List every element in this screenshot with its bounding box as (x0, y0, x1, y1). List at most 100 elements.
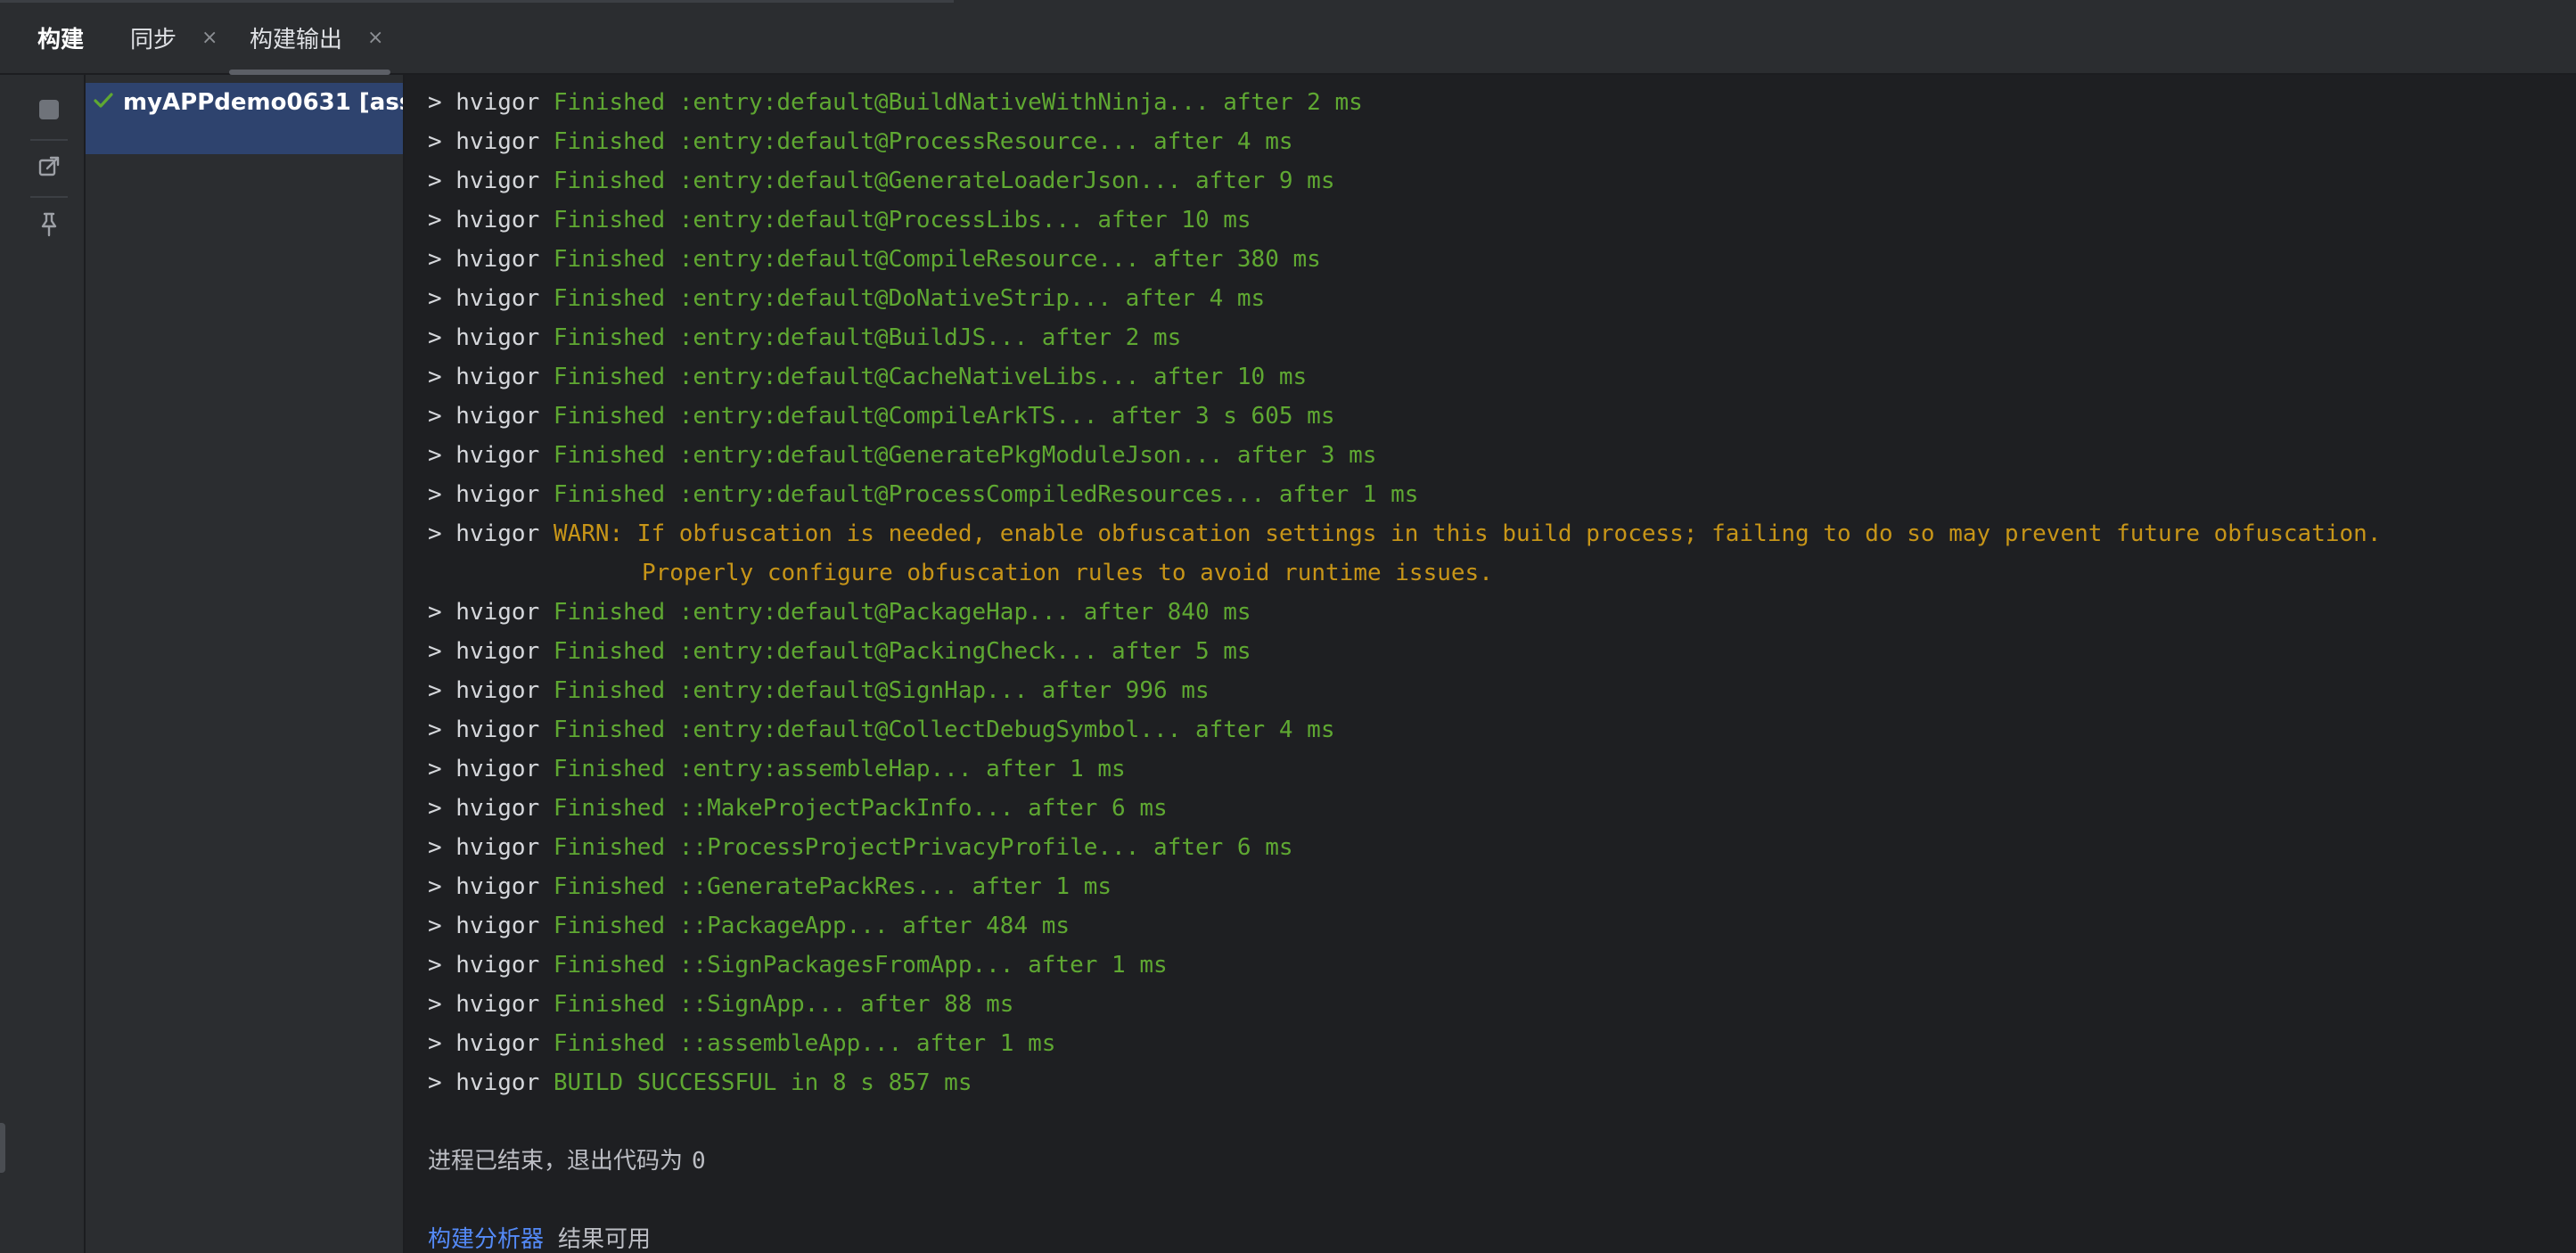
log-line-success: > hvigor Finished :entry:default@Generat… (428, 161, 1334, 201)
log-line-success: > hvigor Finished ::ProcessProjectPrivac… (428, 828, 1293, 867)
close-icon[interactable]: × (201, 27, 217, 49)
tab-build-output-label: 构建输出 (250, 26, 343, 53)
build-tool-window: 构建 同步 × 构建输出 × myAPPdemo0631 [as > hvigo… (0, 0, 2576, 1253)
log-prefix: > hvigor (428, 285, 554, 312)
log-line-success: > hvigor Finished :entry:default@BuildJS… (428, 318, 1181, 357)
log-line-success: > hvigor Finished :entry:default@DoNativ… (428, 279, 1265, 318)
build-toolbar (16, 75, 86, 1253)
log-message: Finished ::ProcessProjectPrivacyProfile.… (553, 834, 1293, 861)
log-prefix: > hvigor (428, 520, 554, 547)
log-prefix: > hvigor (428, 128, 554, 155)
log-line-success: > hvigor Finished :entry:default@Compile… (428, 240, 1321, 279)
build-analyzer-suffix: 结果可用 (558, 1226, 652, 1253)
log-line-success: > hvigor Finished :entry:default@Process… (428, 122, 1293, 161)
log-message: Finished :entry:default@GeneratePkgModul… (553, 442, 1377, 469)
log-prefix: > hvigor (428, 991, 554, 1018)
build-analyzer-link[interactable]: 构建分析器 (428, 1226, 544, 1253)
log-line-success: > hvigor Finished :entry:assembleHap... … (428, 749, 1126, 789)
log-message: Finished :entry:default@CompileResource.… (553, 246, 1321, 273)
stop-icon (39, 100, 59, 119)
log-prefix: > hvigor (428, 834, 554, 861)
log-message: Finished ::PackageApp... after 484 ms (553, 913, 1071, 939)
log-message: WARN: If obfuscation is needed, enable o… (553, 520, 2382, 547)
log-line-success: > hvigor Finished :entry:default@Package… (428, 593, 1251, 632)
open-external-button[interactable] (33, 151, 65, 183)
pin-icon (41, 212, 57, 237)
log-message: Finished :entry:default@SignHap... after… (553, 677, 1210, 704)
build-tree-panel: myAPPdemo0631 [asseml (86, 75, 405, 1253)
log-prefix: > hvigor (428, 168, 554, 194)
log-message: Properly configure obfuscation rules to … (642, 560, 1493, 586)
log-prefix: > hvigor (428, 364, 554, 390)
build-tree-label: myAPPdemo0631 [asseml (123, 89, 403, 116)
open-external-icon (38, 156, 60, 176)
log-line-success: > hvigor Finished :entry:default@Collect… (428, 710, 1334, 749)
build-output-console[interactable]: > hvigor Finished :entry:default@BuildNa… (406, 75, 2576, 1253)
log-line-success: > hvigor Finished :entry:default@Packing… (428, 632, 1251, 671)
log-prefix: > hvigor (428, 913, 554, 939)
log-prefix: > hvigor (428, 756, 554, 782)
log-prefix: > hvigor (428, 324, 554, 351)
log-message: Finished ::MakeProjectPackInfo... after … (553, 795, 1168, 822)
build-analyzer-line: 构建分析器 结果可用 (428, 1220, 651, 1253)
log-prefix: > hvigor (428, 952, 554, 979)
log-line-warning: Properly configure obfuscation rules to … (428, 553, 1493, 593)
log-line-success: > hvigor Finished :entry:default@Process… (428, 475, 1418, 514)
log-message: Finished ::SignApp... after 88 ms (553, 991, 1014, 1018)
log-line-success: > hvigor Finished :entry:default@CacheNa… (428, 357, 1307, 397)
log-prefix: > hvigor (428, 207, 554, 233)
log-message: Finished :entry:default@GenerateLoaderJs… (553, 168, 1335, 194)
log-line-success: > hvigor Finished ::assembleApp... after… (428, 1024, 1055, 1063)
log-message: Finished :entry:default@ProcessLibs... a… (553, 207, 1251, 233)
pin-button[interactable] (33, 209, 65, 241)
log-prefix: > hvigor (428, 89, 554, 116)
toolbar-divider (30, 196, 68, 198)
log-line-success: > hvigor Finished ::GeneratePackRes... a… (428, 867, 1112, 906)
log-message: Finished :entry:default@ProcessCompiledR… (553, 481, 1419, 508)
log-message: Finished ::SignPackagesFromApp... after … (553, 952, 1168, 979)
log-line-success: > hvigor Finished ::SignApp... after 88 … (428, 985, 1013, 1024)
tab-build-title[interactable]: 构建 (37, 0, 84, 75)
tab-bar: 构建 同步 × 构建输出 × (0, 0, 2576, 75)
log-message: Finished :entry:default@CompileArkTS... … (553, 403, 1335, 430)
log-line-warning: > hvigor WARN: If obfuscation is needed,… (428, 514, 2381, 553)
log-prefix: > hvigor (428, 1030, 554, 1057)
tab-sync[interactable]: 同步 × (130, 0, 217, 75)
close-icon[interactable]: × (367, 27, 383, 49)
log-message: Finished ::GeneratePackRes... after 1 ms (553, 873, 1112, 900)
log-message: Finished :entry:default@CollectDebugSymb… (553, 717, 1335, 743)
process-exit-line: 进程已结束，退出代码为 0 (428, 1142, 706, 1181)
log-line-success: > hvigor BUILD SUCCESSFUL in 8 s 857 ms (428, 1063, 972, 1102)
log-prefix: > hvigor (428, 442, 554, 469)
log-message: Finished :entry:default@PackageHap... af… (553, 599, 1251, 626)
tab-sync-label: 同步 (130, 26, 177, 53)
log-line-success: > hvigor Finished :entry:default@BuildNa… (428, 83, 1363, 122)
stop-button[interactable] (33, 94, 65, 126)
log-message: Finished :entry:default@BuildNativeWithN… (553, 89, 1363, 116)
build-tree-item[interactable]: myAPPdemo0631 [asseml (86, 83, 403, 154)
log-prefix: > hvigor (428, 873, 554, 900)
log-line-success: > hvigor Finished ::MakeProjectPackInfo.… (428, 789, 1168, 828)
log-prefix: > hvigor (428, 717, 554, 743)
resize-handle[interactable] (0, 1123, 5, 1173)
log-prefix: > hvigor (428, 246, 554, 273)
log-message: Finished :entry:default@DoNativeStrip...… (553, 285, 1266, 312)
log-prefix: > hvigor (428, 599, 554, 626)
log-line-success: > hvigor Finished ::PackageApp... after … (428, 906, 1070, 946)
toolbar-divider (30, 139, 68, 141)
log-message: Finished :entry:default@BuildJS... after… (553, 324, 1182, 351)
log-line-success: > hvigor Finished :entry:default@SignHap… (428, 671, 1210, 710)
log-line-success: > hvigor Finished :entry:default@Generat… (428, 436, 1376, 475)
log-message: Finished ::assembleApp... after 1 ms (553, 1030, 1056, 1057)
exit-label: 进程已结束，退出代码为 (428, 1148, 684, 1175)
log-prefix: > hvigor (428, 481, 554, 508)
log-message: Finished :entry:assembleHap... after 1 m… (553, 756, 1126, 782)
log-line-success: > hvigor Finished ::SignPackagesFromApp.… (428, 946, 1168, 985)
left-gutter (0, 75, 17, 1253)
log-prefix: > hvigor (428, 1069, 554, 1096)
log-message: Finished :entry:default@ProcessResource.… (553, 128, 1293, 155)
log-line-success: > hvigor Finished :entry:default@Compile… (428, 397, 1334, 436)
check-icon (94, 93, 113, 108)
tab-build-label: 构建 (37, 26, 85, 53)
tab-build-output[interactable]: 构建输出 × (250, 0, 383, 75)
